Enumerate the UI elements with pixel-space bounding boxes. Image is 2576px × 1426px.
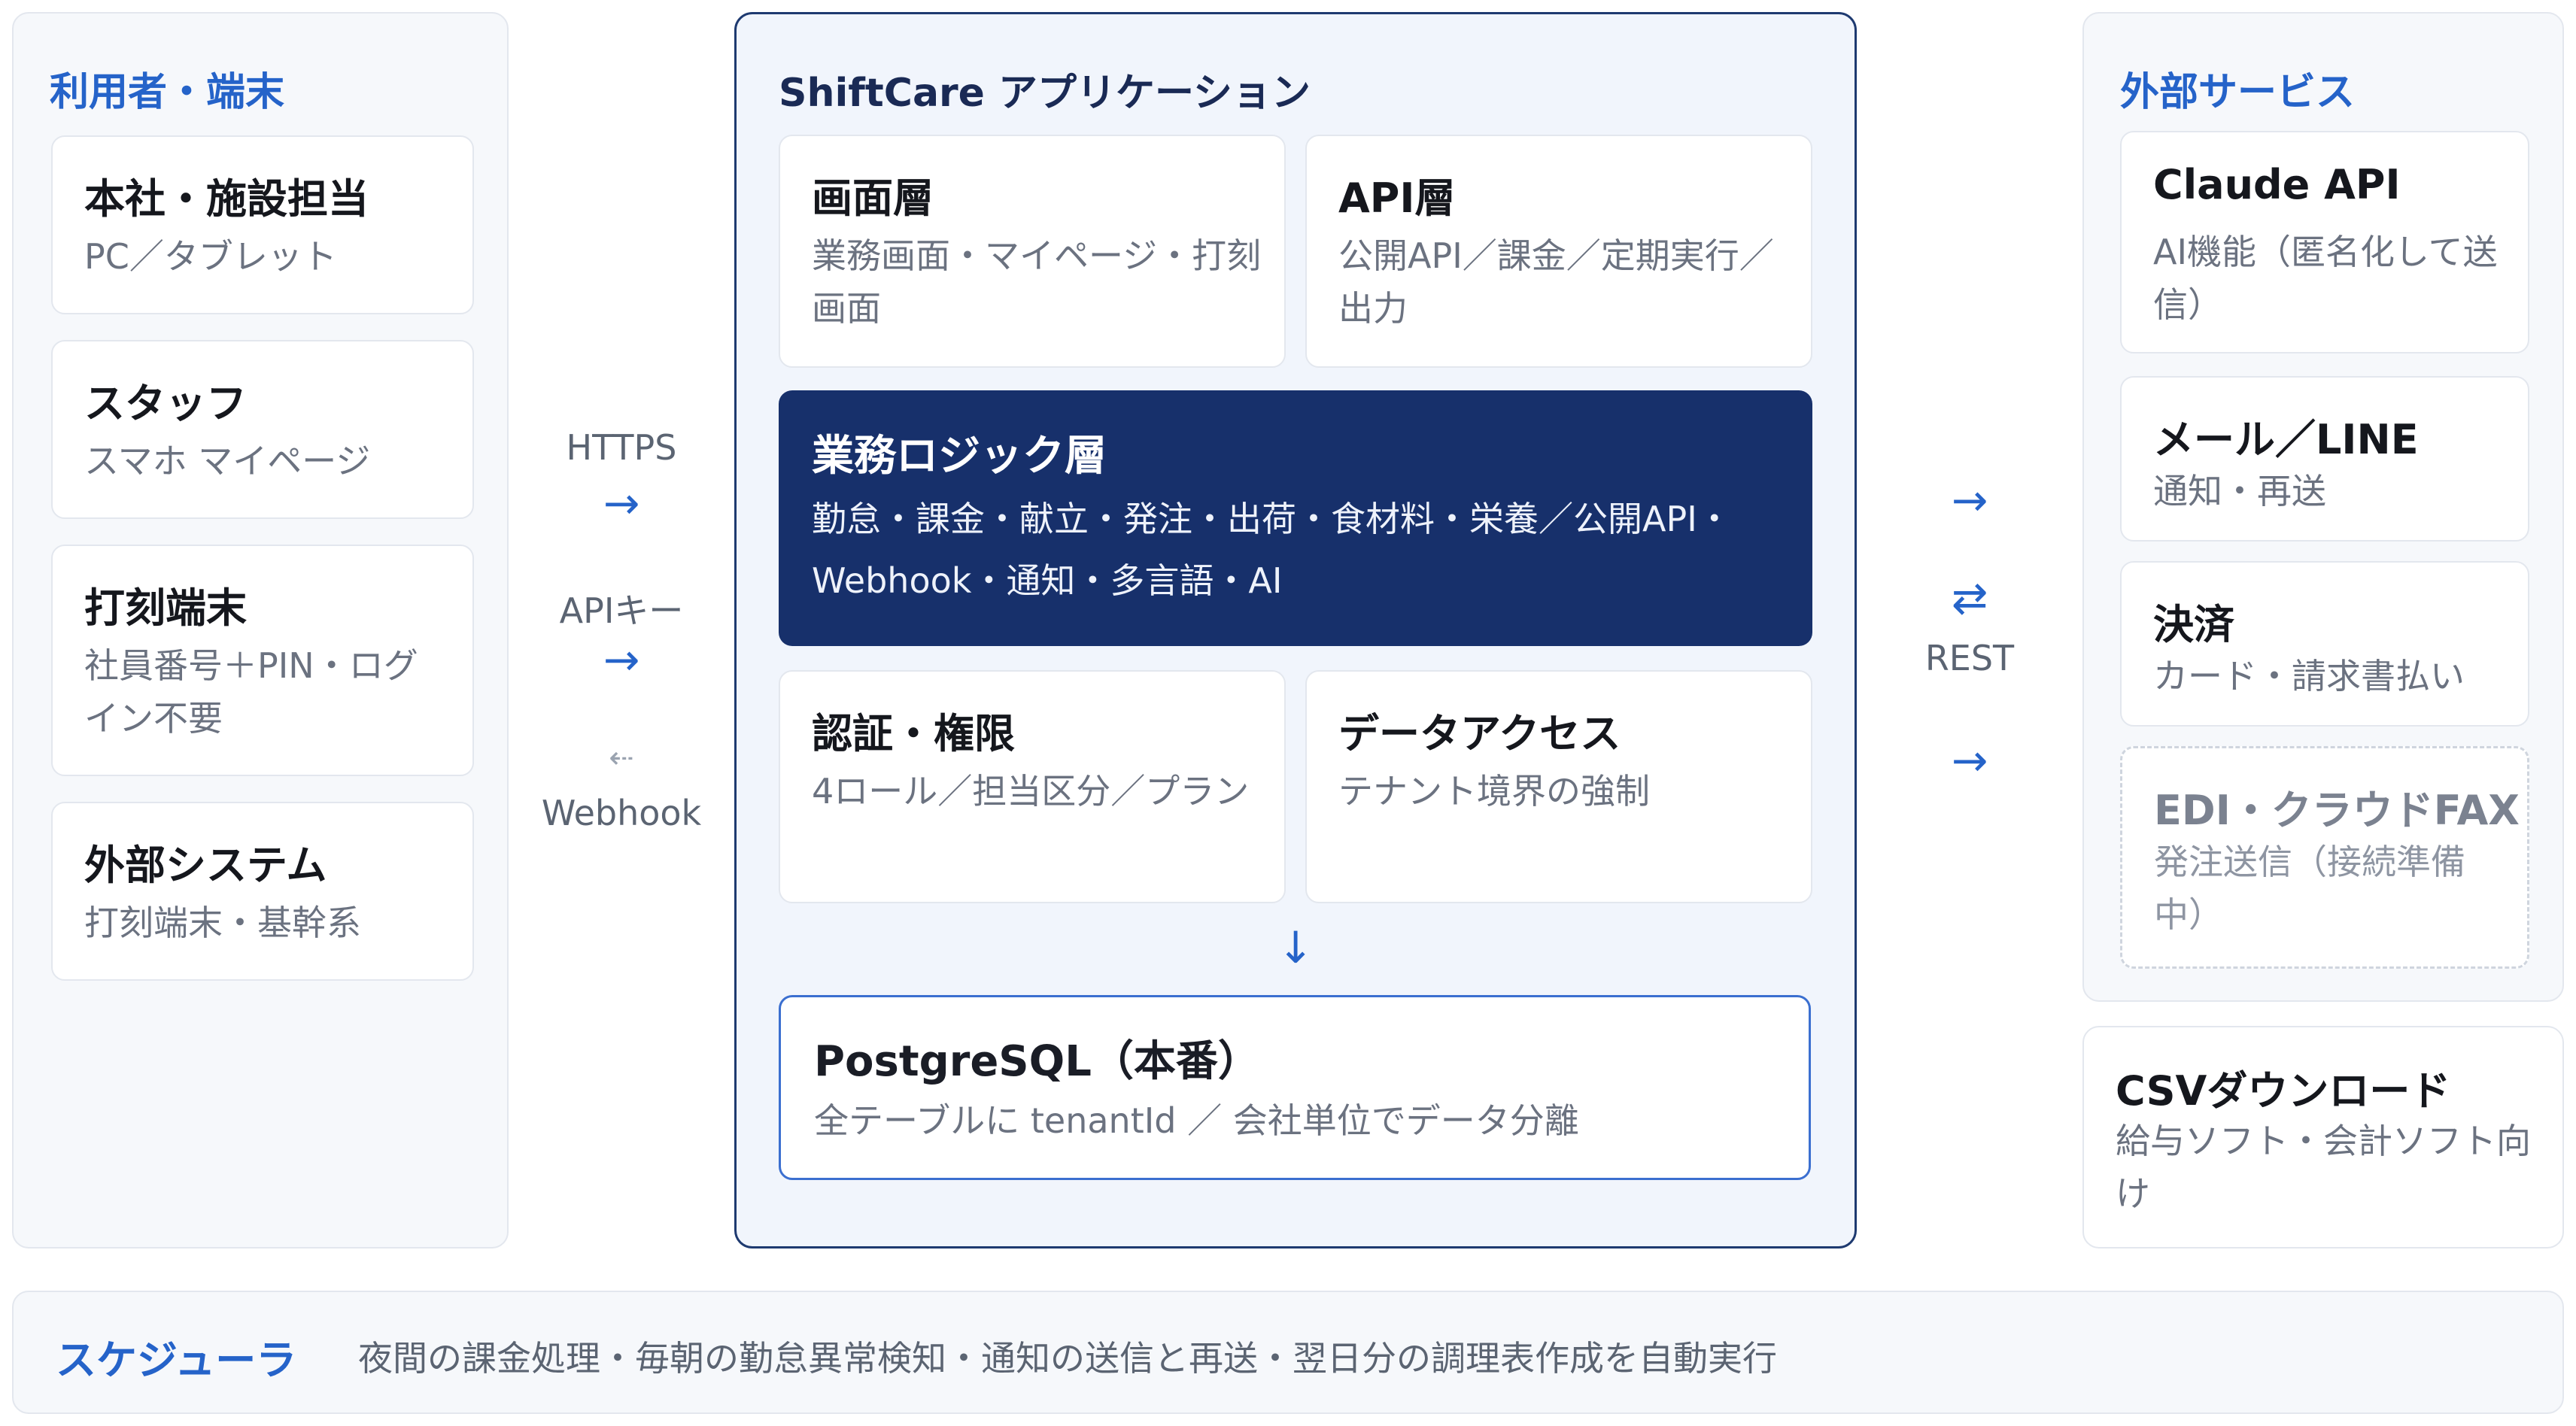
csv-download-card: CSVダウンロード 給与ソフト・会計ソフト向け	[2082, 1026, 2564, 1249]
left-dashed-arrow-icon: ⇠	[609, 741, 634, 775]
user-card-desc: 打刻端末・基幹系	[84, 903, 361, 943]
service-desc: 発注送信（接続準備中）	[2154, 842, 2465, 935]
auth-desc: 4ロール／担当区分／プラン	[812, 771, 1250, 812]
app-panel: ShiftCare アプリケーション 画面層 業務画面・マイページ・打刻画面 A…	[734, 12, 1857, 1249]
right-arrow-icon: →	[1951, 475, 1988, 526]
layer-title: API層	[1338, 174, 1456, 222]
logic-layer-title: 業務ロジック層	[812, 432, 1107, 481]
postgres-card: PostgreSQL（本番） 全テーブルに tenantId ／ 会社単位でデー…	[779, 995, 1811, 1180]
data-access-title: データアクセス	[1338, 710, 1621, 757]
user-card-title: 本社・施設担当	[84, 175, 369, 223]
service-card-mail-line: メール／LINE 通知・再送	[2120, 376, 2529, 542]
scheduler-bar: スケジューラ 夜間の課金処理・毎朝の勤怠異常検知・通知の送信と再送・翌日分の調理…	[12, 1291, 2564, 1414]
scheduler-desc: 夜間の課金処理・毎朝の勤怠異常検知・通知の送信と再送・翌日分の調理表作成を自動実…	[358, 1338, 1777, 1379]
webhook-label: Webhook	[541, 793, 702, 833]
right-arrow-icon: →	[603, 634, 640, 685]
service-title: Claude API	[2153, 161, 2401, 208]
users-panel-title: 利用者・端末	[50, 70, 285, 115]
service-card-claude: Claude API AI機能（匿名化して送信）	[2120, 131, 2529, 353]
app-panel-title: ShiftCare アプリケーション	[779, 71, 1311, 116]
layer-desc: 業務画面・マイページ・打刻画面	[812, 235, 1262, 329]
data-access-card: データアクセス テナント境界の強制	[1305, 670, 1812, 903]
user-card-title: 打刻端末	[84, 584, 247, 632]
auth-card: 認証・権限 4ロール／担当区分／プラン	[779, 670, 1286, 903]
user-card-timeclock: 打刻端末 社員番号＋PIN・ログイン不要	[51, 545, 474, 776]
auth-title: 認証・権限	[812, 710, 1015, 757]
external-panel: 外部サービス Claude API AI機能（匿名化して送信） メール／LINE…	[2082, 12, 2564, 1002]
rest-label: REST	[1924, 638, 2015, 678]
logic-layer-desc: 勤怠・課金・献立・発注・出荷・食材料・栄養／公開API・Webhook・通知・多…	[812, 499, 1732, 601]
down-arrow-icon: ↓	[1277, 922, 1314, 973]
service-card-payment: 決済 カード・請求書払い	[2120, 561, 2529, 727]
user-card-desc: スマホ マイページ	[84, 441, 371, 481]
user-card-staff: スタッフ スマホ マイページ	[51, 340, 474, 519]
service-title: 決済	[2153, 601, 2234, 648]
external-panel-title: 外部サービス	[2120, 70, 2356, 115]
postgres-desc: 全テーブルに tenantId ／ 会社単位でデータ分離	[814, 1100, 1579, 1141]
csv-title: CSVダウンロード	[2116, 1067, 2451, 1115]
postgres-title: PostgreSQL（本番）	[814, 1037, 1260, 1086]
apikey-label: APIキー	[559, 590, 684, 631]
https-label: HTTPS	[566, 427, 677, 468]
service-desc: 通知・再送	[2153, 471, 2326, 511]
api-layer-card: API層 公開API／課金／定期実行／出力	[1305, 135, 1812, 368]
service-desc: AI機能（匿名化して送信）	[2153, 232, 2498, 325]
right-arrow-icon: →	[1951, 735, 1988, 786]
scheduler-title: スケジューラ	[56, 1336, 297, 1384]
data-access-desc: テナント境界の強制	[1338, 771, 1650, 812]
logic-layer-card: 業務ロジック層 勤怠・課金・献立・発注・出荷・食材料・栄養／公開API・Webh…	[779, 390, 1812, 646]
csv-desc: 給与ソフト・会計ソフト向け	[2116, 1121, 2531, 1214]
bidirectional-arrow-icon: ⇄	[1951, 572, 1988, 623]
service-title: メール／LINE	[2153, 416, 2419, 463]
user-card-title: スタッフ	[84, 380, 247, 427]
users-panel: 利用者・端末 本社・施設担当 PC／タブレット スタッフ スマホ マイページ 打…	[12, 12, 509, 1249]
user-card-desc: 社員番号＋PIN・ログイン不要	[84, 645, 418, 739]
service-title: EDI・クラウドFAX	[2154, 787, 2520, 834]
user-card-external-system: 外部システム 打刻端末・基幹系	[51, 802, 474, 981]
service-desc: カード・請求書払い	[2153, 656, 2465, 696]
right-arrow-icon: →	[603, 478, 640, 529]
layer-desc: 公開API／課金／定期実行／出力	[1338, 235, 1774, 329]
user-card-title: 外部システム	[84, 842, 327, 889]
layer-title: 画面層	[812, 174, 934, 222]
service-card-edi-fax: EDI・クラウドFAX 発注送信（接続準備中）	[2120, 746, 2529, 969]
screen-layer-card: 画面層 業務画面・マイページ・打刻画面	[779, 135, 1286, 368]
user-card-hq-staff: 本社・施設担当 PC／タブレット	[51, 135, 474, 314]
user-card-desc: PC／タブレット	[84, 236, 337, 277]
